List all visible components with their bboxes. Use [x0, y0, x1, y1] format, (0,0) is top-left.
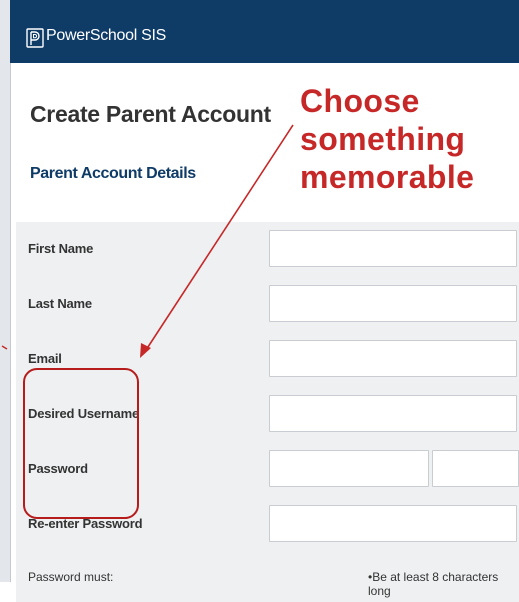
first-name-input[interactable]: [269, 230, 517, 267]
email-label: Email: [28, 351, 62, 366]
page-title: Create Parent Account: [30, 101, 271, 127]
header-bar: PowerSchool SIS: [10, 0, 519, 63]
first-name-label: First Name: [28, 241, 94, 256]
left-window-border: [0, 0, 10, 582]
left-border-divider: [10, 0, 11, 582]
password-requirements-row: Password must: •Be at least 8 characters…: [16, 552, 519, 602]
powerschool-logo-icon: [26, 28, 44, 48]
highlight-box: [23, 368, 139, 519]
email-input[interactable]: [269, 340, 517, 377]
password-strength-box: [432, 450, 519, 487]
annotation-text: Choose something memorable: [300, 82, 474, 196]
annotation-line-2: something: [300, 121, 466, 157]
section-title: Parent Account Details: [30, 165, 196, 182]
annotation-line-1: Choose: [300, 83, 420, 119]
form-row-last-name: Last Name: [16, 277, 519, 332]
password-rule: •Be at least 8 characters long: [368, 570, 499, 598]
app-brand: PowerSchool SIS: [46, 27, 167, 44]
form-row-first-name: First Name: [16, 222, 519, 277]
last-name-label: Last Name: [28, 296, 92, 311]
last-name-input[interactable]: [269, 285, 517, 322]
annotation-line-3: memorable: [300, 159, 475, 195]
password-input[interactable]: [269, 450, 429, 487]
reenter-password-input[interactable]: [269, 505, 517, 542]
username-input[interactable]: [269, 395, 517, 432]
